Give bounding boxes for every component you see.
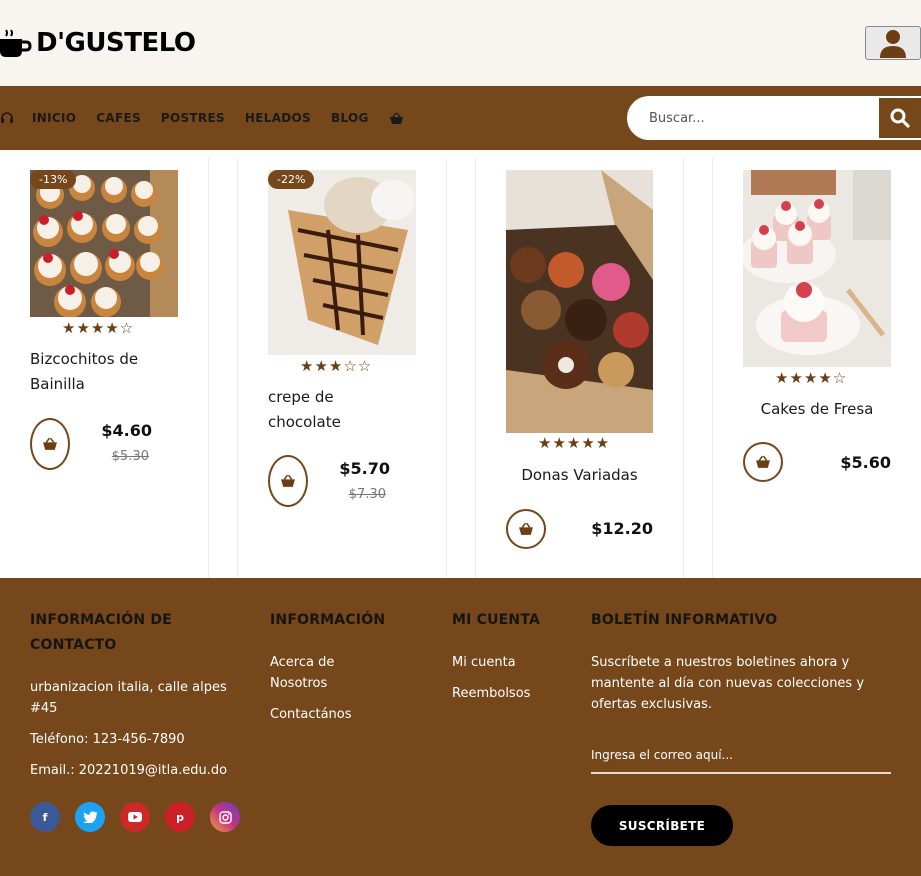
rating-stars: ★★★★★ — [538, 434, 611, 452]
card-divider — [446, 158, 447, 578]
footer-info-title: INFORMACIÓN — [270, 612, 386, 628]
card-divider — [475, 158, 476, 578]
product-name[interactable]: Cakes de Fresa — [743, 397, 891, 422]
shopping-basket-icon — [281, 474, 295, 487]
product-image-donuts[interactable] — [506, 170, 653, 433]
pinterest-icon[interactable]: p — [165, 802, 195, 832]
product-price: $5.70 — [339, 459, 390, 478]
search-button[interactable] — [879, 98, 921, 138]
brand-logo[interactable]: D'GUSTELO — [0, 26, 196, 60]
coffee-cup-icon — [0, 29, 32, 57]
footer-link-contact[interactable]: Contactános — [270, 707, 352, 722]
product-price: $12.20 — [591, 519, 653, 538]
footer-email: Email.: 20221019@itla.edu.do — [30, 763, 228, 778]
instagram-icon[interactable] — [210, 802, 240, 832]
card-divider — [208, 158, 209, 578]
shopping-basket-icon — [756, 455, 770, 468]
search-box — [627, 96, 921, 140]
add-to-cart-button[interactable] — [506, 509, 546, 549]
nav-cafes[interactable]: CAFES — [96, 111, 141, 125]
card-divider — [683, 158, 684, 578]
product-image-cupcakes[interactable] — [30, 170, 178, 317]
twitter-icon[interactable] — [75, 802, 105, 832]
footer-account-title: MI CUENTA — [452, 612, 541, 628]
footer-phone: Teléfono: 123-456-7890 — [30, 732, 185, 747]
shopping-basket-icon — [43, 437, 57, 450]
footer-contact-title: INFORMACIÓN DE CONTACTO — [30, 612, 172, 653]
subscribe-button[interactable]: SUSCRÍBETE — [591, 805, 733, 846]
footer-link-about[interactable]: Acerca de Nosotros — [270, 652, 334, 694]
search-icon — [890, 108, 910, 128]
add-to-cart-button[interactable] — [268, 455, 308, 507]
product-name[interactable]: Bizcochitos de Bainilla — [30, 347, 138, 397]
product-name[interactable]: Donas Variadas — [506, 463, 653, 488]
youtube-icon[interactable] — [120, 802, 150, 832]
headset-icon[interactable] — [0, 111, 14, 125]
footer-newsletter-title: BOLETÍN INFORMATIVO — [591, 612, 778, 628]
product-old-price: $5.30 — [111, 449, 149, 464]
product-price: $5.60 — [840, 453, 891, 472]
nav-postres[interactable]: POSTRES — [161, 111, 225, 125]
shopping-basket-icon — [519, 522, 533, 535]
search-input[interactable] — [629, 98, 881, 138]
product-price: $4.60 — [101, 421, 152, 440]
product-name[interactable]: crepe de chocolate — [268, 385, 341, 435]
product-image-strawberry-cakes[interactable] — [743, 170, 891, 367]
nav-helados[interactable]: HELADOS — [245, 111, 311, 125]
footer-address: urbanizacion italia, calle alpes #45 — [30, 680, 227, 716]
add-to-cart-button[interactable] — [743, 442, 783, 482]
user-account-button[interactable] — [865, 26, 921, 60]
product-image-crepe[interactable] — [268, 170, 416, 355]
add-to-cart-button[interactable] — [30, 418, 70, 470]
discount-badge: -22% — [268, 170, 315, 189]
facebook-icon[interactable]: f — [30, 802, 60, 832]
newsletter-email-input[interactable] — [591, 738, 891, 774]
brand-name: D'GUSTELO — [36, 28, 196, 58]
rating-stars: ★★★★☆ — [775, 369, 848, 387]
newsletter-description: Suscríbete a nuestros boletines ahora ym… — [591, 655, 865, 712]
discount-badge: -13% — [30, 170, 77, 189]
rating-stars: ★★★☆☆ — [300, 357, 373, 375]
card-divider — [712, 158, 713, 578]
footer-link-my-account[interactable]: Mi cuenta — [452, 655, 516, 670]
footer-link-refunds[interactable]: Reembolsos — [452, 686, 530, 701]
nav-inicio[interactable]: INICIO — [32, 111, 76, 125]
site-footer: INFORMACIÓN DE CONTACTO urbanizacion ital… — [0, 578, 921, 876]
nav-blog[interactable]: BLOG — [331, 111, 369, 125]
user-icon — [880, 30, 906, 58]
top-header: D'GUSTELO — [0, 0, 921, 86]
card-divider — [237, 158, 238, 578]
shopping-basket-icon[interactable] — [389, 112, 404, 125]
rating-stars: ★★★★☆ — [62, 319, 135, 337]
product-old-price: $7.30 — [348, 487, 386, 502]
product-grid: -13% ★★★★☆ Bizcochitos de Bainilla $4.60 … — [0, 150, 921, 578]
